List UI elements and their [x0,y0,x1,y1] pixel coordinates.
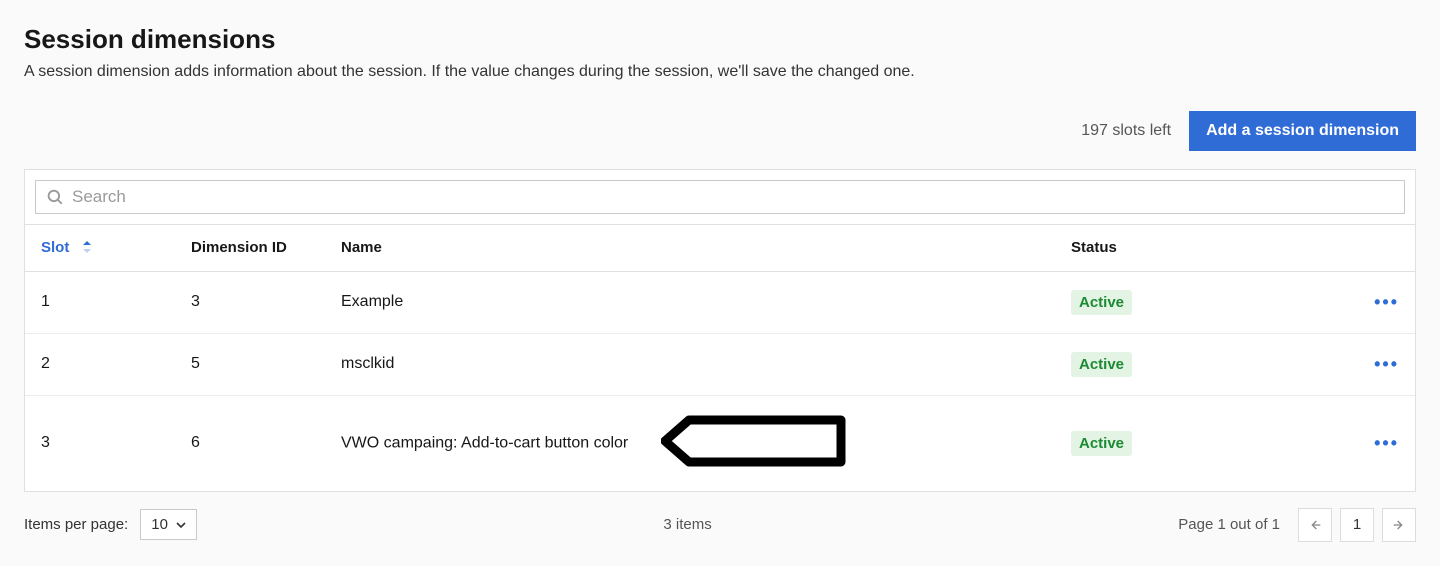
row-menu-icon[interactable]: ••• [1374,354,1399,374]
search-input[interactable] [72,187,1394,207]
cell-slot: 3 [25,395,175,491]
add-session-dimension-button[interactable]: Add a session dimension [1189,111,1416,151]
cell-name: VWO campaing: Add-to-cart button color [325,395,1055,491]
pager-prev-button[interactable] [1298,508,1332,542]
status-badge: Active [1071,431,1132,456]
search-box[interactable] [35,180,1405,214]
arrow-right-icon [1391,517,1407,533]
table-footer: Items per page: 10 3 items Page 1 out of… [24,492,1416,542]
cell-name-text: VWO campaing: Add-to-cart button color [341,434,628,451]
cell-dimid: 6 [175,395,325,491]
pager-current-page: 1 [1340,508,1374,542]
pager-label: Page 1 out of 1 [1178,516,1280,533]
status-badge: Active [1071,352,1132,377]
row-menu-icon[interactable]: ••• [1374,292,1399,312]
pager-next-button[interactable] [1382,508,1416,542]
slots-left-text: 197 slots left [1081,122,1171,140]
status-badge: Active [1071,290,1132,315]
row-menu-icon[interactable]: ••• [1374,433,1399,453]
column-header-status[interactable]: Status [1055,225,1335,272]
dimensions-table-wrap: Slot Dimension ID Name Status 1 3 Exampl… [24,169,1416,492]
cell-dimid: 5 [175,333,325,395]
items-per-page-select[interactable]: 10 [140,509,197,540]
column-header-name[interactable]: Name [325,225,1055,272]
pager: Page 1 out of 1 1 [1178,508,1416,542]
cell-slot: 1 [25,271,175,333]
column-header-slot-label: Slot [41,239,69,256]
chevron-down-icon [176,520,186,530]
items-per-page-value: 10 [151,516,168,533]
table-row: 3 6 VWO campaing: Add-to-cart button col… [25,395,1415,491]
sort-icon [82,240,92,257]
table-row: 1 3 Example Active ••• [25,271,1415,333]
items-per-page-label: Items per page: [24,516,128,533]
page-title: Session dimensions [24,24,1416,55]
page-subtitle: A session dimension adds information abo… [24,63,1416,81]
cell-name: Example [325,271,1055,333]
items-count: 3 items [663,516,711,533]
column-header-slot[interactable]: Slot [25,225,175,272]
column-header-dimension-id[interactable]: Dimension ID [175,225,325,272]
dimensions-table: Slot Dimension ID Name Status 1 3 Exampl… [25,224,1415,491]
annotation-arrow-icon [661,414,846,473]
cell-name: msclkid [325,333,1055,395]
search-icon [46,188,64,206]
cell-slot: 2 [25,333,175,395]
arrow-left-icon [1307,517,1323,533]
cell-dimid: 3 [175,271,325,333]
top-actions: 197 slots left Add a session dimension [24,111,1416,151]
table-row: 2 5 msclkid Active ••• [25,333,1415,395]
